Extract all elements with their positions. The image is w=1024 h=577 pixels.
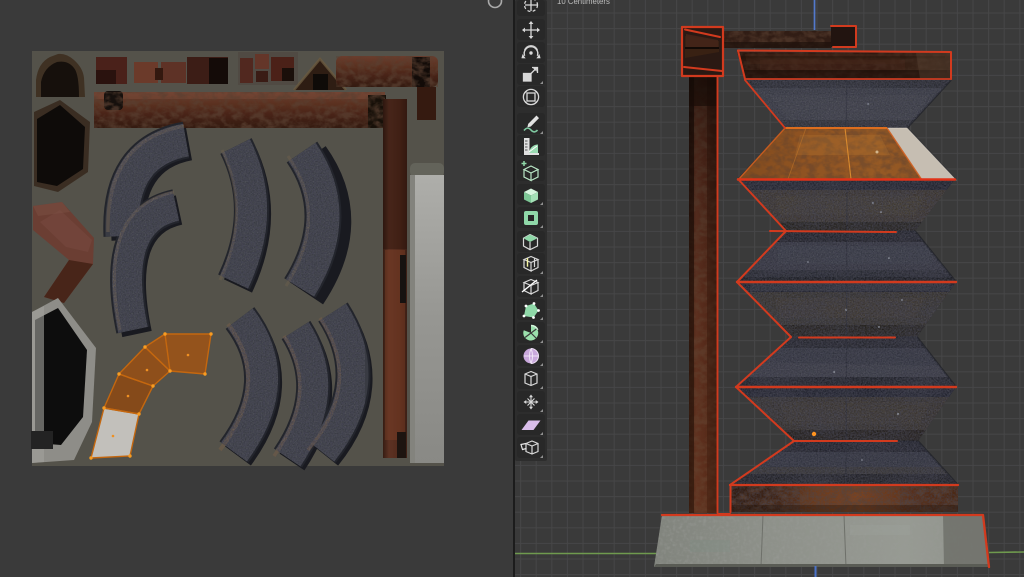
- svg-text:10 Centimeters: 10 Centimeters: [557, 0, 610, 6]
